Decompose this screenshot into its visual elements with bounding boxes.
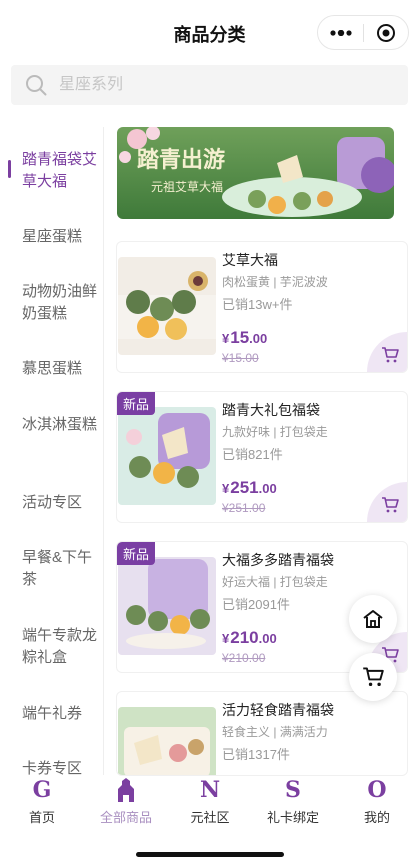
product-name: 艾草大福: [222, 252, 278, 268]
product-sold-count: 已销2091件: [222, 597, 290, 612]
home-indicator: [136, 852, 284, 857]
product-image: [118, 707, 216, 775]
cart-icon: [382, 347, 399, 363]
svg-text:元祖艾草大福: 元祖艾草大福: [151, 179, 223, 194]
active-category-indicator: [8, 160, 11, 178]
product-tags: 好运大福 | 打包袋走: [222, 575, 328, 589]
banner-artwork: 踏青出游 元祖艾草大福: [117, 127, 394, 219]
product-image: [118, 557, 216, 655]
cart-floating-button[interactable]: [349, 653, 397, 701]
tab-label: 元社区: [190, 810, 230, 825]
close-mini-program-button[interactable]: [364, 16, 408, 49]
product-name: 活力轻食踏青福袋: [222, 702, 334, 718]
product-sold-count: 已销821件: [222, 447, 283, 462]
cart-icon: [363, 667, 384, 687]
product-tags: 九款好味 | 打包袋走: [222, 425, 328, 439]
promo-banner[interactable]: 踏青出游 元祖艾草大福: [117, 127, 394, 219]
sidebar-item-constellation-cake[interactable]: 星座蛋糕: [22, 226, 98, 248]
product-name: 踏青大礼包福袋: [222, 402, 320, 418]
tab-label: 全部商品: [99, 810, 152, 825]
new-badge: 新品: [117, 542, 156, 565]
sidebar-item-mousse-cake[interactable]: 慕思蛋糕: [22, 358, 98, 380]
product-name: 大福多多踏青福袋: [222, 552, 334, 568]
sidebar-item-fresh-cream-cake[interactable]: 动物奶油鲜奶蛋糕: [22, 281, 98, 325]
tab-all-products-icon: [84, 776, 168, 804]
product-price: ¥210.00: [222, 628, 277, 647]
product-tags: 轻食主义 | 满满活力: [222, 725, 328, 739]
search-bar[interactable]: [11, 65, 408, 105]
add-to-cart-button[interactable]: [367, 482, 407, 522]
add-to-cart-button[interactable]: [367, 332, 407, 372]
sidebar-item-breakfast-tea[interactable]: 早餐&下午茶: [22, 547, 98, 591]
tab-label: 首页: [28, 810, 55, 825]
sidebar-item-dragon-boat-voucher[interactable]: 端午礼券: [22, 703, 98, 725]
more-dots-icon: [329, 29, 352, 36]
category-sidebar: 踏青福袋艾草大福 星座蛋糕 动物奶油鲜奶蛋糕 慕思蛋糕 冰淇淋蛋糕 活动专区 早…: [0, 127, 104, 775]
product-image: [118, 257, 216, 355]
cart-icon: [382, 497, 399, 513]
product-price: ¥251.00: [222, 478, 277, 497]
search-input[interactable]: [59, 76, 359, 94]
product-card[interactable]: 活力轻食踏青福袋 轻食主义 | 满满活力 已销1317件: [116, 691, 408, 776]
header: 商品分类: [0, 0, 419, 64]
tab-home-icon: G: [32, 777, 52, 803]
product-sold-count: 已销13w+件: [222, 297, 293, 312]
tab-all-products[interactable]: 全部商品: [84, 776, 168, 826]
product-original-price: ¥251.00: [222, 501, 266, 515]
mini-program-capsule: [317, 15, 409, 50]
search-icon: [26, 75, 47, 96]
sidebar-item-tafu[interactable]: 踏青福袋艾草大福: [22, 149, 98, 193]
product-original-price: ¥15.00: [222, 351, 259, 365]
sidebar-item-dragon-boat-gift[interactable]: 端午专款龙粽礼盒: [22, 625, 98, 669]
product-card[interactable]: 新品 踏青大礼包福袋 九款好味 | 打包袋走 已销821件 ¥251.00 ¥2…: [116, 391, 408, 523]
more-button[interactable]: [318, 16, 363, 49]
product-image: [118, 407, 216, 505]
tab-gift-card[interactable]: S 礼卡绑定: [251, 776, 335, 826]
sidebar-item-ice-cream-cake[interactable]: 冰淇淋蛋糕: [22, 414, 98, 436]
tab-profile[interactable]: O 我的: [335, 776, 419, 826]
product-sold-count: 已销1317件: [222, 747, 290, 762]
target-icon: [376, 23, 395, 42]
product-card[interactable]: 艾草大福 肉松蛋黄 | 芋泥波波 已销13w+件 ¥15.00 ¥15.00: [116, 241, 408, 373]
tab-gift-card-icon: S: [285, 777, 301, 803]
tab-profile-icon: O: [367, 777, 387, 803]
home-icon: [363, 610, 383, 628]
tab-label: 我的: [363, 810, 390, 825]
new-badge: 新品: [117, 392, 156, 415]
tab-label: 礼卡绑定: [266, 810, 319, 825]
tab-home[interactable]: G 首页: [0, 776, 84, 826]
sidebar-item-activity[interactable]: 活动专区: [22, 492, 98, 514]
product-price: ¥15.00: [222, 328, 268, 347]
sidebar-item-vouchers[interactable]: 卡券专区: [22, 758, 98, 775]
castle-icon: [118, 778, 134, 802]
home-floating-button[interactable]: [349, 595, 397, 643]
product-original-price: ¥210.00: [222, 651, 266, 665]
tab-community-icon: N: [199, 777, 221, 803]
product-tags: 肉松蛋黄 | 芋泥波波: [222, 275, 328, 289]
svg-text:踏青出游: 踏青出游: [137, 147, 225, 173]
tab-community[interactable]: N 元社区: [168, 776, 252, 826]
